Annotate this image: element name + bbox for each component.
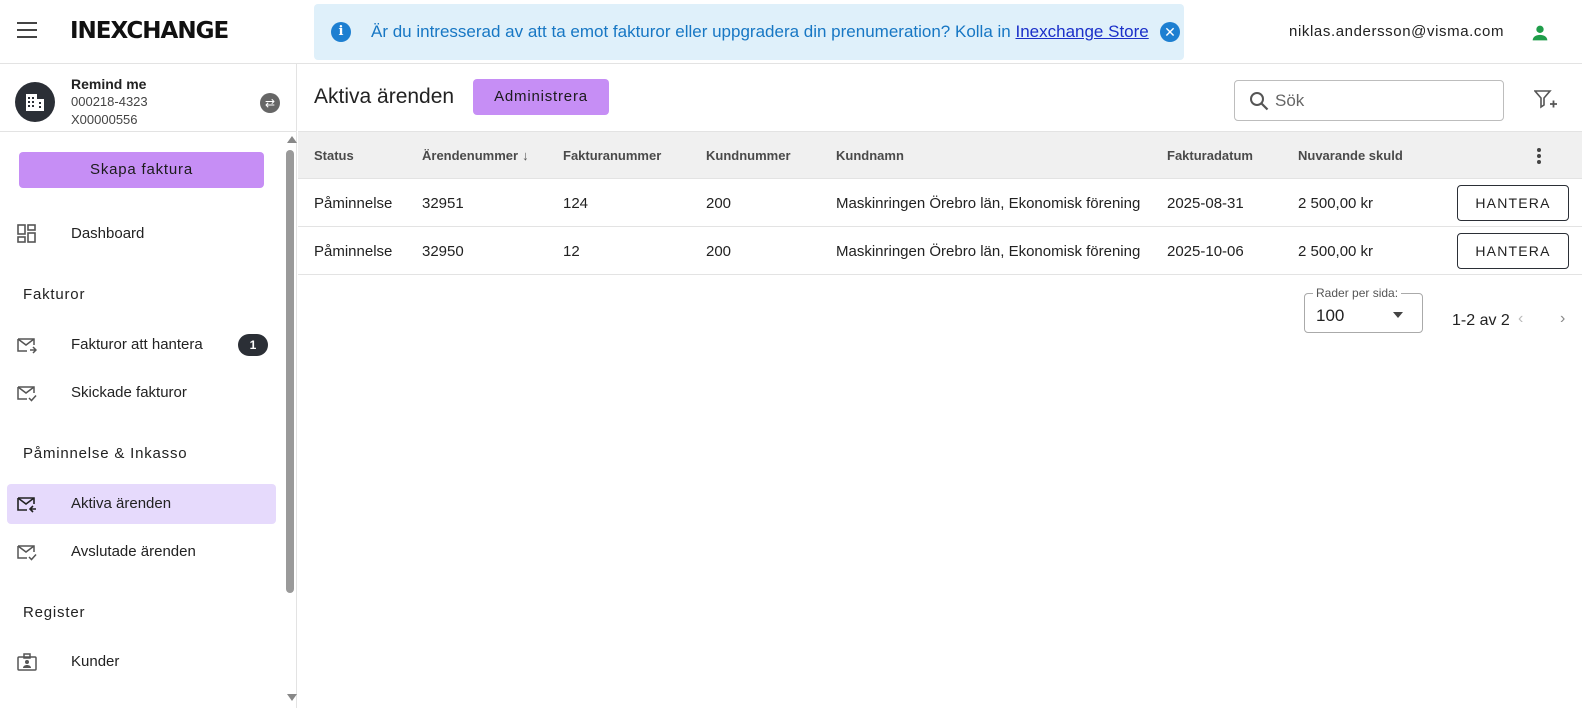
column-header-customer-number[interactable]: Kundnummer — [706, 148, 791, 163]
cell-invoice-date: 2025-08-31 — [1167, 195, 1244, 212]
search-input[interactable] — [1275, 89, 1495, 113]
company-id: X00000556 — [71, 112, 138, 127]
rows-per-page-value: 100 — [1316, 306, 1345, 325]
sidebar-item-active-cases[interactable]: Aktiva ärenden — [7, 484, 276, 524]
caret-down-icon — [1393, 312, 1403, 318]
pagination-range: 1-2 av 2 — [1452, 312, 1510, 329]
create-invoice-button[interactable]: Skapa faktura — [19, 152, 264, 188]
column-header-status[interactable]: Status — [314, 148, 354, 163]
column-header-label: Ärendenummer — [422, 148, 519, 163]
menu-icon[interactable] — [17, 22, 37, 40]
rows-per-page-label: Rader per sida: — [1313, 286, 1402, 300]
sidebar-item-label: Skickade fakturor — [71, 384, 187, 401]
swap-icon[interactable]: ⇄ — [260, 93, 280, 113]
cell-status: Påminnelse — [314, 195, 393, 212]
cell-customer-number: 200 — [706, 243, 732, 260]
mail-in-icon — [17, 497, 36, 513]
top-bar: INEXCHANGE i Är du intresserad av att ta… — [0, 0, 1582, 64]
mail-check-icon — [17, 545, 37, 561]
sidebar: Remind me 000218-4323 X00000556 ⇄ Skapa … — [0, 64, 297, 708]
handle-button[interactable]: HANTERA — [1457, 185, 1569, 221]
table-row: Påminnelse 32951 124 200 Maskinringen Ör… — [298, 179, 1582, 227]
handle-button[interactable]: HANTERA — [1457, 233, 1569, 269]
search-icon — [1250, 92, 1269, 111]
cell-current-debt: 2 500,00 kr — [1298, 243, 1374, 260]
more-vert-icon[interactable] — [1536, 148, 1542, 166]
page-title: Aktiva ärenden — [314, 85, 455, 108]
company-name: Remind me — [71, 76, 147, 92]
cell-invoice-date: 2025-10-06 — [1167, 243, 1244, 260]
person-icon[interactable] — [1529, 22, 1551, 44]
cell-invoice-number: 124 — [563, 195, 589, 212]
administrate-button[interactable]: Administrera — [473, 79, 609, 115]
main-content: Aktiva ärenden Administrera Status Ärend… — [298, 64, 1582, 708]
scroll-up-arrow-icon[interactable] — [287, 136, 297, 143]
sidebar-item-label: Aktiva ärenden — [71, 495, 172, 512]
sidebar-item-label: Avslutade ärenden — [71, 543, 196, 560]
chevron-right-icon[interactable]: › — [1560, 310, 1565, 328]
table-row: Påminnelse 32950 12 200 Maskinringen Öre… — [298, 227, 1582, 275]
sidebar-item-dashboard[interactable]: Dashboard — [7, 214, 276, 254]
cell-case-number: 32951 — [422, 195, 464, 212]
sidebar-item-label: Fakturor att hantera — [71, 336, 203, 353]
close-icon[interactable]: ✕ — [1160, 22, 1180, 42]
rows-per-page-select[interactable]: Rader per sida: 100 — [1304, 286, 1423, 333]
column-header-current-debt[interactable]: Nuvarande skuld — [1298, 148, 1403, 163]
section-heading-invoices: Fakturor — [23, 286, 86, 303]
sidebar-scrollbar[interactable] — [285, 136, 297, 706]
mail-in-icon — [17, 338, 37, 354]
sidebar-item-invoices-to-handle[interactable]: Fakturor att hantera 1 — [7, 325, 276, 365]
dashboard-icon — [17, 224, 36, 243]
sidebar-item-customers[interactable]: Kunder — [7, 642, 276, 682]
logo: INEXCHANGE — [70, 18, 229, 44]
column-header-invoice-date[interactable]: Fakturadatum — [1167, 148, 1253, 163]
banner-text: Är du intresserad av att ta emot fakturo… — [371, 22, 1149, 42]
section-heading-reminders: Påminnelse & Inkasso — [23, 445, 188, 462]
filter-add-icon[interactable] — [1534, 89, 1558, 111]
search-field[interactable] — [1234, 80, 1504, 121]
company-switcher: Remind me 000218-4323 X00000556 ⇄ — [0, 64, 297, 132]
company-org-number: 000218-4323 — [71, 94, 148, 109]
cell-customer-number: 200 — [706, 195, 732, 212]
info-banner: i Är du intresserad av att ta emot faktu… — [314, 4, 1184, 60]
count-badge: 1 — [238, 334, 268, 356]
user-email: niklas.andersson@visma.com — [1289, 23, 1505, 40]
cell-status: Påminnelse — [314, 243, 393, 260]
mail-check-icon — [17, 386, 37, 402]
building-icon — [26, 94, 44, 111]
column-header-customer-name[interactable]: Kundnamn — [836, 148, 904, 163]
store-link[interactable]: Inexchange Store — [1015, 22, 1148, 41]
chevron-left-icon[interactable]: ‹ — [1518, 310, 1523, 328]
cell-customer-name: Maskinringen Örebro län, Ekonomisk fören… — [836, 243, 1141, 260]
table-header: Status Ärendenummer ↓ Fakturanummer Kundn… — [298, 131, 1582, 179]
cell-customer-name: Maskinringen Örebro län, Ekonomisk fören… — [836, 195, 1141, 212]
column-header-case-number[interactable]: Ärendenummer ↓ — [422, 148, 529, 163]
scroll-down-arrow-icon[interactable] — [287, 694, 297, 701]
sidebar-item-label: Kunder — [71, 653, 120, 670]
sidebar-item-label: Dashboard — [71, 225, 145, 242]
sidebar-item-sent-invoices[interactable]: Skickade fakturor — [7, 373, 276, 413]
sidebar-item-closed-cases[interactable]: Avslutade ärenden — [7, 532, 276, 572]
info-icon: i — [331, 22, 351, 42]
arrow-down-icon[interactable]: ↓ — [522, 148, 529, 163]
badge-icon — [17, 653, 37, 671]
section-heading-register: Register — [23, 604, 86, 621]
cell-invoice-number: 12 — [563, 243, 580, 260]
banner-message: Är du intresserad av att ta emot fakturo… — [371, 22, 1011, 41]
column-header-invoice-number[interactable]: Fakturanummer — [563, 148, 661, 163]
cell-case-number: 32950 — [422, 243, 464, 260]
scroll-thumb[interactable] — [286, 150, 294, 593]
company-avatar — [15, 82, 55, 122]
cell-current-debt: 2 500,00 kr — [1298, 195, 1374, 212]
